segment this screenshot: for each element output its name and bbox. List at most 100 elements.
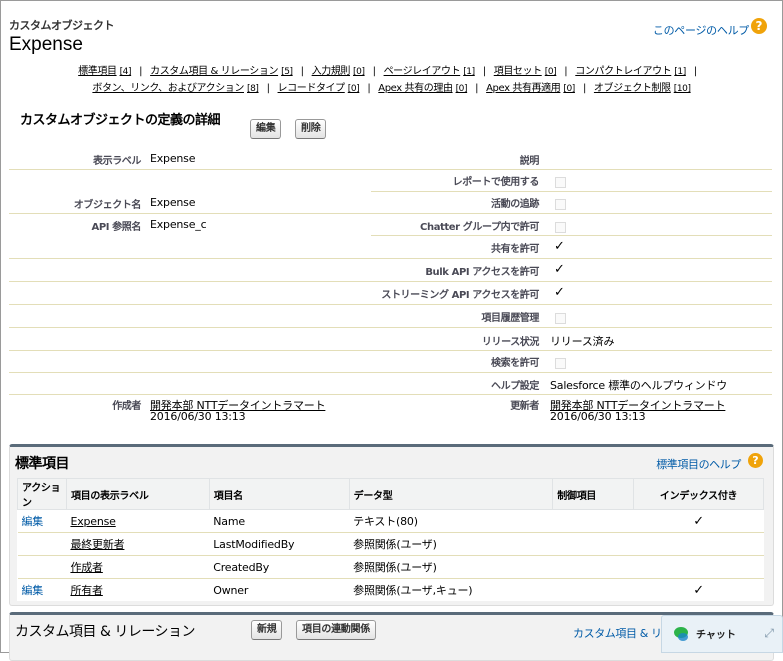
column-header[interactable]: 項目名 bbox=[208, 478, 350, 510]
field-data-type: テキスト(80) bbox=[349, 509, 553, 533]
detail-row: API 参照名 Expense_c Chatter グループ内で許可 bbox=[9, 214, 772, 236]
indexed-checkmark-icon: ✓ bbox=[693, 582, 704, 598]
edit-link[interactable]: 編集 bbox=[22, 584, 44, 597]
help-icon[interactable]: ? bbox=[751, 18, 767, 34]
nav-standard-fields[interactable]: 標準項目 [4] bbox=[78, 66, 131, 77]
field-dependencies-button[interactable]: 項目の連動関係 bbox=[296, 620, 376, 640]
custom-fields-help-link[interactable]: カスタム項目 & リレ bbox=[573, 625, 673, 641]
nav-object-limits[interactable]: オブジェクト制限 [10] bbox=[594, 83, 691, 94]
edit-button[interactable]: 編集 bbox=[250, 119, 282, 139]
checkbox-unchecked-icon bbox=[555, 199, 566, 210]
detail-row: 作成者 開発本部 NTTデータイントラマート 2016/06/30 13:13 … bbox=[9, 395, 772, 429]
field-data-type: 参照関係(ユーザ,キュー) bbox=[353, 584, 473, 597]
field-label: 表示ラベル bbox=[93, 156, 141, 167]
checkbox-unchecked-icon bbox=[555, 313, 566, 324]
field-data-type: 参照関係(ユーザ) bbox=[349, 555, 553, 579]
field-value: リリース済み bbox=[550, 335, 615, 348]
field-value: Expense bbox=[150, 196, 196, 209]
field-api-name: Name bbox=[209, 509, 350, 533]
field-label: 更新者 bbox=[510, 401, 539, 412]
checkmark-icon: ✓ bbox=[554, 285, 565, 300]
table-row: 作成者 CreatedBy 参照関係(ユーザ) bbox=[17, 555, 764, 579]
detail-row: ヘルプ設定 Salesforce 標準のヘルプウィンドウ bbox=[9, 373, 772, 395]
nav-apex-sharing-reasons[interactable]: Apex 共有の理由 [0] bbox=[378, 83, 467, 94]
nav-field-sets[interactable]: 項目セット [0] bbox=[494, 66, 557, 77]
delete-button[interactable]: 削除 bbox=[295, 119, 327, 139]
field-label: 項目履歴管理 bbox=[481, 313, 539, 324]
table-header-row: アクション 項目の表示ラベル 項目名 データ型 制御項目 インデックス付き bbox=[17, 478, 764, 510]
field-value: Expense_c bbox=[150, 218, 207, 231]
checkbox-unchecked-icon bbox=[555, 222, 566, 233]
detail-row: レポートで使用する bbox=[9, 170, 772, 192]
standard-fields-help-link[interactable]: 標準項目のヘルプ bbox=[656, 456, 741, 472]
section-title: 標準項目 bbox=[15, 456, 70, 472]
field-label: 共有を許可 bbox=[491, 244, 539, 255]
field-label: レポートで使用する bbox=[452, 177, 540, 188]
field-label: API 参照名 bbox=[91, 222, 142, 233]
column-header[interactable]: 項目の表示ラベル bbox=[65, 478, 210, 510]
edit-link[interactable]: 編集 bbox=[22, 515, 44, 528]
column-header: アクション bbox=[17, 478, 67, 510]
checkbox-unchecked-icon bbox=[555, 177, 566, 188]
detail-section-title: カスタムオブジェクトの定義の詳細 bbox=[20, 113, 221, 128]
field-api-name: CreatedBy bbox=[209, 555, 350, 579]
column-header[interactable]: 制御項目 bbox=[552, 478, 635, 510]
field-value: Expense bbox=[150, 152, 196, 165]
column-header[interactable]: データ型 bbox=[348, 478, 554, 510]
nav-record-types[interactable]: レコードタイプ [0] bbox=[278, 83, 360, 94]
checkbox-unchecked-icon bbox=[555, 358, 566, 369]
created-date: 2016/06/30 13:13 bbox=[150, 410, 246, 423]
chat-widget[interactable]: チャット ⤢ bbox=[661, 615, 783, 653]
controlling-field bbox=[553, 579, 634, 602]
detail-row: 項目履歴管理 bbox=[9, 306, 772, 328]
field-label-link[interactable]: 最終更新者 bbox=[70, 538, 124, 551]
nav-compact-layouts[interactable]: コンパクトレイアウト [1] bbox=[575, 66, 686, 77]
nav-custom-fields[interactable]: カスタム項目 & リレーション [5] bbox=[150, 66, 293, 77]
field-label-link[interactable]: Expense bbox=[70, 515, 115, 528]
standard-fields-table: アクション 項目の表示ラベル 項目名 データ型 制御項目 インデックス付き 編集… bbox=[17, 478, 764, 601]
table-row: 編集 所有者 Owner 参照関係(ユーザ,キュー) ✓ bbox=[18, 579, 764, 602]
help-icon[interactable]: ? bbox=[748, 453, 763, 468]
field-label: リリース状況 bbox=[481, 337, 540, 348]
nav-validation-rules[interactable]: 入力規則 [0] bbox=[312, 66, 365, 77]
field-label-link[interactable]: 所有者 bbox=[70, 584, 103, 597]
field-data-type: 参照関係(ユーザ) bbox=[349, 532, 553, 556]
page-title: Expense bbox=[9, 34, 83, 55]
column-header[interactable]: インデックス付き bbox=[633, 478, 764, 510]
new-field-button[interactable]: 新規 bbox=[251, 620, 283, 640]
controlling-field bbox=[552, 555, 634, 579]
related-list-nav-row-1: 標準項目 [4] | カスタム項目 & リレーション [5] | 入力規則 [0] | ページレイ… bbox=[78, 66, 697, 77]
indexed-checkmark-icon bbox=[633, 555, 764, 579]
page-help-link[interactable]: このページのヘルプ bbox=[653, 22, 749, 38]
section-title: カスタム項目 & リレーション bbox=[15, 624, 196, 640]
field-label: 活動の追跡 bbox=[491, 199, 539, 210]
checkmark-icon: ✓ bbox=[554, 262, 565, 277]
field-value: Salesforce 標準のヘルプウィンドウ bbox=[550, 379, 728, 392]
detail-row: ストリーミング API アクセスを許可 ✓ bbox=[9, 283, 772, 305]
chat-bubbles-icon bbox=[674, 627, 688, 641]
detail-row: Bulk API アクセスを許可 ✓ bbox=[9, 260, 772, 282]
nav-buttons-links-actions[interactable]: ボタン、リンク、およびアクション [8] bbox=[92, 83, 259, 94]
field-label: Bulk API アクセスを許可 bbox=[425, 267, 539, 278]
controlling-field bbox=[552, 509, 634, 533]
nav-apex-sharing-recalc[interactable]: Apex 共有再適用 [0] bbox=[486, 83, 575, 94]
field-api-name: Owner bbox=[213, 583, 249, 597]
modified-date: 2016/06/30 13:13 bbox=[550, 410, 646, 423]
breadcrumb: カスタムオブジェクト bbox=[9, 19, 115, 32]
field-api-name: LastModifiedBy bbox=[209, 532, 350, 556]
detail-row: リリース状況 リリース済み bbox=[9, 329, 772, 351]
field-label: 説明 bbox=[519, 156, 540, 167]
table-row: 最終更新者 LastModifiedBy 参照関係(ユーザ) bbox=[17, 532, 764, 556]
related-list-nav-row-2: ボタン、リンク、およびアクション [8] | レコードタイプ [0] | Apex 共有の理… bbox=[92, 83, 691, 94]
detail-row: 共有を許可 ✓ bbox=[9, 237, 772, 259]
expand-arrow-icon[interactable]: ⤢ bbox=[764, 626, 774, 641]
chat-label: チャット bbox=[696, 630, 736, 641]
table-row: 編集 Expense Name テキスト(80) ✓ bbox=[17, 509, 764, 533]
controlling-field bbox=[552, 532, 634, 556]
indexed-checkmark-icon bbox=[633, 532, 764, 556]
custom-fields-section: カスタム項目 & リレーション 新規 項目の連動関係 カスタム項目 & リレ bbox=[9, 612, 774, 661]
field-label: 検索を許可 bbox=[491, 358, 539, 369]
field-label: Chatter グループ内で許可 bbox=[420, 222, 539, 233]
field-label-link[interactable]: 作成者 bbox=[70, 561, 103, 574]
nav-page-layouts[interactable]: ページレイアウト [1] bbox=[384, 66, 476, 77]
